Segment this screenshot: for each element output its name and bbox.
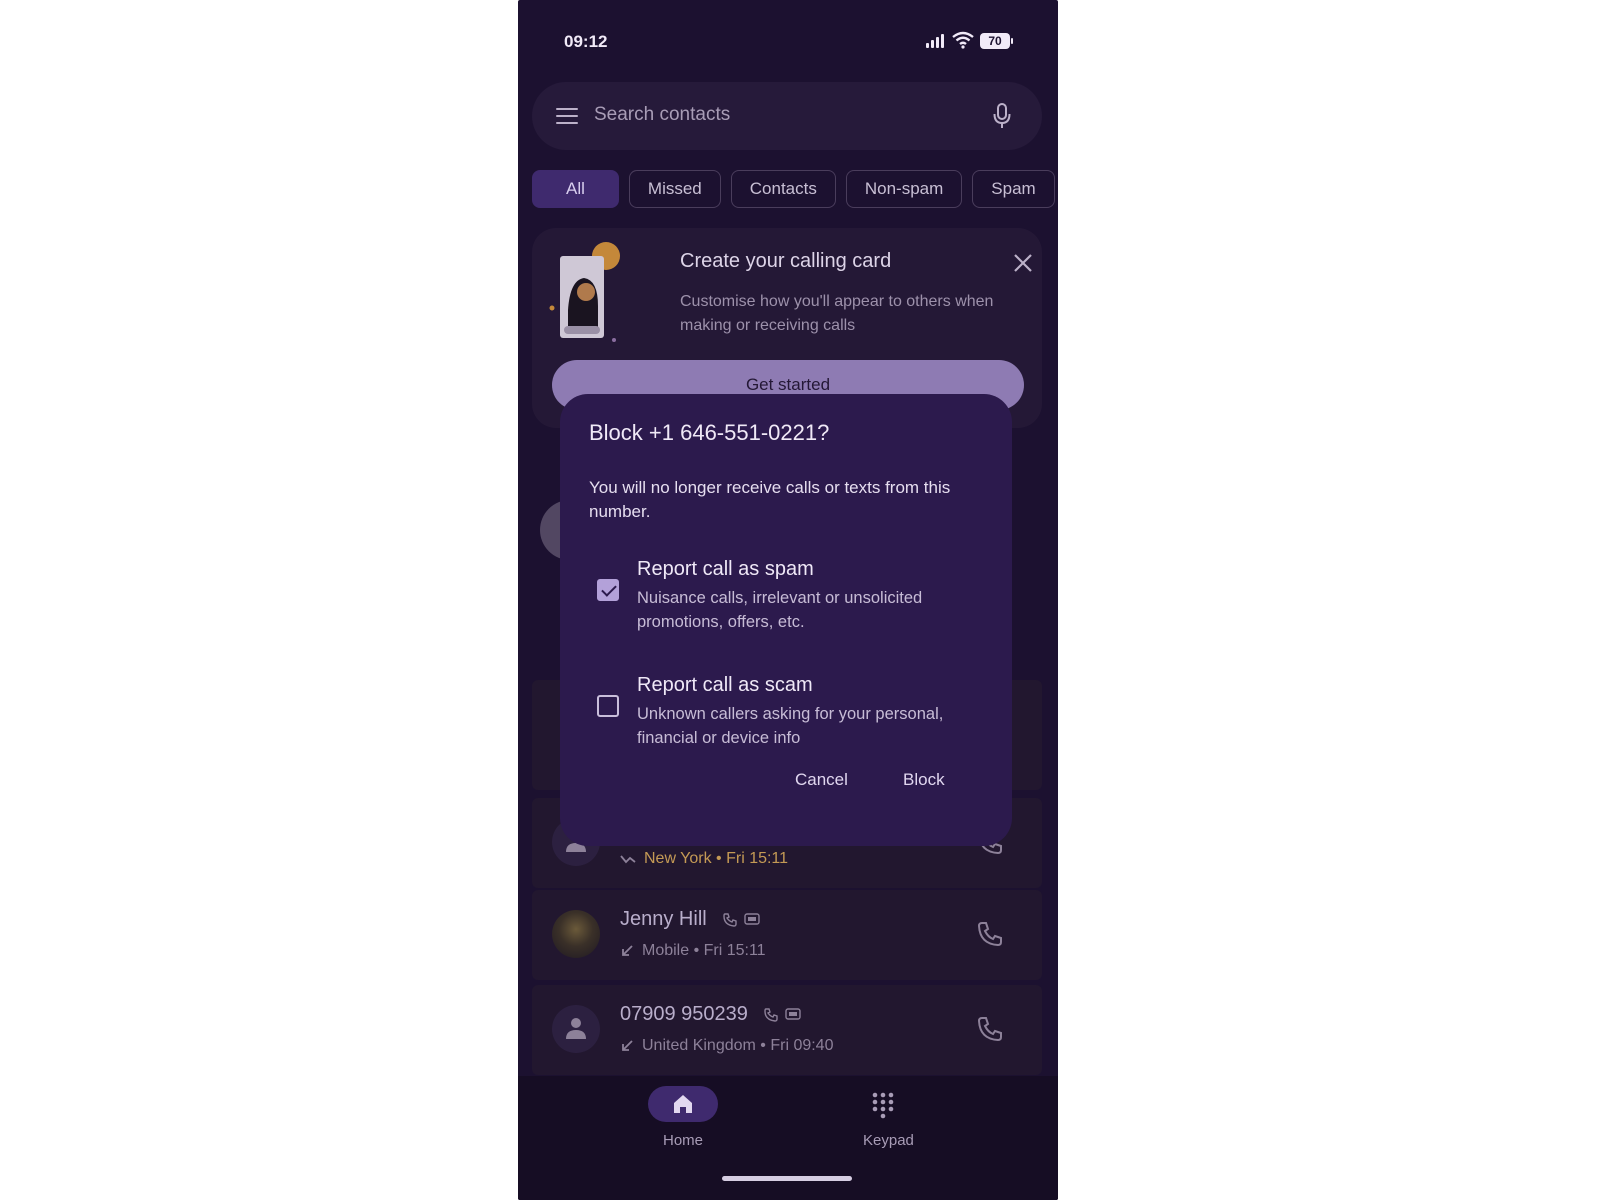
calling-card-title: Create your calling card (680, 250, 892, 272)
avatar (552, 910, 600, 958)
call-name-text: Jenny Hill (620, 908, 707, 930)
dialog-title: Block +1 646-551-0221? (589, 420, 830, 445)
status-bar: 09:12 70 (518, 0, 1058, 80)
chip-spam[interactable]: Spam (972, 170, 1055, 208)
call-detail-text: Mobile • Fri 15:11 (642, 942, 766, 959)
menu-icon[interactable] (556, 108, 578, 124)
call-log-row[interactable]: 07909 950239 United Kingdom • Fri 09:40 (532, 985, 1042, 1075)
dialog-body: You will no longer receive calls or text… (589, 478, 951, 521)
incoming-call-icon (622, 945, 633, 956)
bottom-navigation: Home Keypad (518, 1076, 1058, 1200)
report-spam-checkbox[interactable] (597, 579, 619, 601)
report-spam-description: Nuisance calls, irrelevant or unsolicite… (637, 589, 923, 631)
home-icon (674, 1095, 692, 1113)
phone-screen: 09:12 70 Search contacts All Missed Cont… (518, 0, 1058, 1200)
chip-all[interactable]: All (532, 170, 619, 208)
mic-icon[interactable] (992, 102, 1012, 130)
close-icon[interactable] (1012, 252, 1034, 274)
call-name: 07909 950239 (620, 1003, 802, 1026)
report-scam-description: Unknown callers asking for your personal… (637, 705, 944, 747)
nav-home-button[interactable] (648, 1086, 718, 1126)
phone-icon[interactable] (976, 1015, 1004, 1043)
hd-icon (744, 913, 760, 925)
chip-missed[interactable]: Missed (628, 170, 721, 208)
wifi-call-icon (764, 1008, 779, 1022)
report-scam-checkbox[interactable] (597, 695, 619, 717)
block-dialog: Block +1 646-551-0221? You will no longe… (560, 394, 1012, 846)
report-scam-title: Report call as scam (637, 674, 813, 696)
call-name: Jenny Hill (620, 908, 760, 931)
call-detail: Mobile • Fri 15:11 (620, 942, 766, 960)
call-detail: New York • Fri 15:11 (620, 850, 788, 868)
calling-card-description: Customise how you'll appear to others wh… (680, 293, 994, 334)
block-button[interactable]: Block (903, 770, 945, 790)
battery-icon: 70 (980, 33, 1013, 49)
chip-contacts[interactable]: Contacts (730, 170, 836, 208)
incoming-call-icon (622, 1040, 633, 1051)
nav-keypad-label[interactable]: Keypad (863, 1132, 914, 1149)
avatar (552, 1005, 600, 1053)
phone-icon[interactable] (976, 920, 1004, 948)
calling-card-illustration (549, 242, 620, 342)
call-log-row[interactable]: Jenny Hill Mobile • Fri 15:11 (532, 890, 1042, 980)
nav-home-label[interactable]: Home (663, 1132, 703, 1149)
call-detail-text: United Kingdom • Fri 09:40 (642, 1037, 834, 1054)
keypad-icon[interactable] (872, 1092, 894, 1120)
call-detail-text: New York • Fri 15:11 (644, 850, 789, 867)
person-icon (566, 1018, 586, 1039)
hd-icon (785, 1008, 802, 1020)
search-input[interactable]: Search contacts (594, 104, 730, 126)
chip-non-spam[interactable]: Non-spam (845, 170, 963, 208)
status-time: 09:12 (564, 32, 608, 51)
filter-chips: All Missed Contacts Non-spam Spam (532, 170, 1055, 210)
missed-call-icon (620, 855, 636, 864)
search-bar[interactable]: Search contacts (532, 82, 1042, 150)
cancel-button[interactable]: Cancel (795, 770, 848, 790)
call-detail: United Kingdom • Fri 09:40 (620, 1037, 833, 1055)
home-indicator[interactable] (722, 1176, 852, 1181)
wifi-icon (952, 31, 974, 49)
report-spam-title: Report call as spam (637, 558, 814, 580)
wifi-call-icon (723, 913, 737, 927)
call-name-text: 07909 950239 (620, 1003, 748, 1025)
signal-icon (926, 34, 944, 48)
